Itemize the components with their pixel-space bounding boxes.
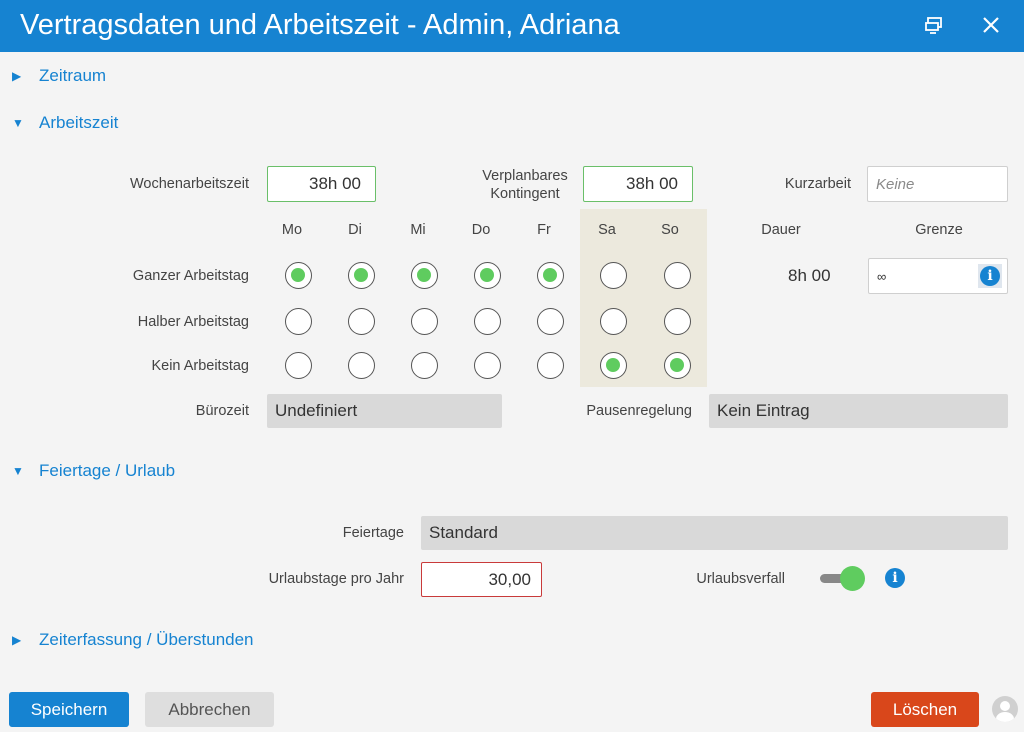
cancel-button[interactable]: Abbrechen <box>145 692 274 727</box>
close-icon[interactable] <box>978 12 1004 38</box>
radio-kein-arbeitstag-fr[interactable] <box>537 352 564 379</box>
section-title: Arbeitszeit <box>39 113 119 132</box>
row-label-kein-arbeitstag: Kein Arbeitstag <box>151 358 249 374</box>
grenze-header: Grenze <box>915 222 963 238</box>
urlaubsverfall-info-icon[interactable]: i <box>885 568 905 588</box>
day-header-mo: Mo <box>281 222 303 238</box>
urlaubsverfall-label: Urlaubsverfall <box>696 571 785 587</box>
buerozeit-select[interactable]: Undefiniert <box>267 394 502 428</box>
grenze-value: ∞ <box>877 268 887 284</box>
feiertage-label: Feiertage <box>342 525 404 541</box>
radio-halber-arbeitstag-fr[interactable] <box>537 308 564 335</box>
section-title: Zeiterfassung / Überstunden <box>39 630 254 649</box>
radio-ganzer-arbeitstag-mo[interactable] <box>285 262 312 289</box>
row-label-ganzer-arbeitstag: Ganzer Arbeitstag <box>132 268 249 284</box>
delete-button[interactable]: Löschen <box>871 692 979 727</box>
avatar[interactable] <box>992 696 1018 722</box>
day-header-do: Do <box>471 222 491 238</box>
window-title: Vertragsdaten und Arbeitszeit - Admin, A… <box>20 9 620 41</box>
radio-ganzer-arbeitstag-di[interactable] <box>348 262 375 289</box>
day-header-sa: Sa <box>598 222 616 238</box>
radio-halber-arbeitstag-sa[interactable] <box>600 308 627 335</box>
day-header-fr: Fr <box>537 222 551 238</box>
kontingent-input[interactable]: 38h 00 <box>583 166 693 202</box>
kurzarbeit-input[interactable]: Keine <box>867 166 1008 202</box>
kurzarbeit-label: Kurzarbeit <box>784 176 851 192</box>
radio-kein-arbeitstag-sa[interactable] <box>600 352 627 379</box>
day-header-di: Di <box>348 222 362 238</box>
radio-halber-arbeitstag-so[interactable] <box>664 308 691 335</box>
radio-halber-arbeitstag-di[interactable] <box>348 308 375 335</box>
kurzarbeit-placeholder: Keine <box>876 175 915 193</box>
radio-kein-arbeitstag-mo[interactable] <box>285 352 312 379</box>
section-title: Feiertage / Urlaub <box>39 461 176 480</box>
collapse-arrow-icon: ▼ <box>12 464 24 478</box>
urlaubstage-label: Urlaubstage pro Jahr <box>268 571 404 587</box>
save-button[interactable]: Speichern <box>9 692 129 727</box>
radio-kein-arbeitstag-mi[interactable] <box>411 352 438 379</box>
radio-ganzer-arbeitstag-mi[interactable] <box>411 262 438 289</box>
day-header-mi: Mi <box>410 222 426 238</box>
section-arbeitszeit[interactable]: ▼ Arbeitszeit <box>12 113 118 133</box>
collapse-arrow-icon: ▼ <box>12 116 24 130</box>
radio-kein-arbeitstag-so[interactable] <box>664 352 691 379</box>
expand-arrow-icon: ▶ <box>12 69 22 83</box>
section-zeiterfassung[interactable]: ▶ Zeiterfassung / Überstunden <box>12 630 254 650</box>
section-title: Zeitraum <box>39 66 107 85</box>
day-header-so: So <box>661 222 679 238</box>
pausenregelung-select[interactable]: Kein Eintrag <box>709 394 1008 428</box>
radio-ganzer-arbeitstag-fr[interactable] <box>537 262 564 289</box>
grenze-info-icon[interactable]: i <box>980 266 1000 286</box>
toggle-knob <box>840 566 865 591</box>
wochenarbeitszeit-input[interactable]: 38h 00 <box>267 166 376 202</box>
expand-arrow-icon: ▶ <box>12 633 22 647</box>
kontingent-label: Verplanbares Kontingent <box>482 168 568 202</box>
window-titlebar: Vertragsdaten und Arbeitszeit - Admin, A… <box>0 0 1024 52</box>
pausenregelung-label: Pausenregelung <box>586 403 692 419</box>
radio-halber-arbeitstag-do[interactable] <box>474 308 501 335</box>
dauer-value: 8h 00 <box>788 266 831 285</box>
radio-ganzer-arbeitstag-sa[interactable] <box>600 262 627 289</box>
popout-icon[interactable] <box>921 12 947 38</box>
wochenarbeitszeit-label: Wochenarbeitszeit <box>129 176 249 192</box>
section-zeitraum[interactable]: ▶ Zeitraum <box>12 66 106 86</box>
radio-halber-arbeitstag-mi[interactable] <box>411 308 438 335</box>
radio-kein-arbeitstag-do[interactable] <box>474 352 501 379</box>
feiertage-select[interactable]: Standard <box>421 516 1008 550</box>
buerozeit-label: Bürozeit <box>195 403 249 419</box>
dauer-header: Dauer <box>761 222 801 238</box>
section-feiertage-urlaub[interactable]: ▼ Feiertage / Urlaub <box>12 461 175 481</box>
radio-ganzer-arbeitstag-so[interactable] <box>664 262 691 289</box>
row-label-halber-arbeitstag: Halber Arbeitstag <box>137 314 249 330</box>
radio-halber-arbeitstag-mo[interactable] <box>285 308 312 335</box>
urlaubstage-input[interactable]: 30,00 <box>421 562 542 597</box>
radio-ganzer-arbeitstag-do[interactable] <box>474 262 501 289</box>
urlaubsverfall-toggle[interactable] <box>818 565 866 591</box>
radio-kein-arbeitstag-di[interactable] <box>348 352 375 379</box>
